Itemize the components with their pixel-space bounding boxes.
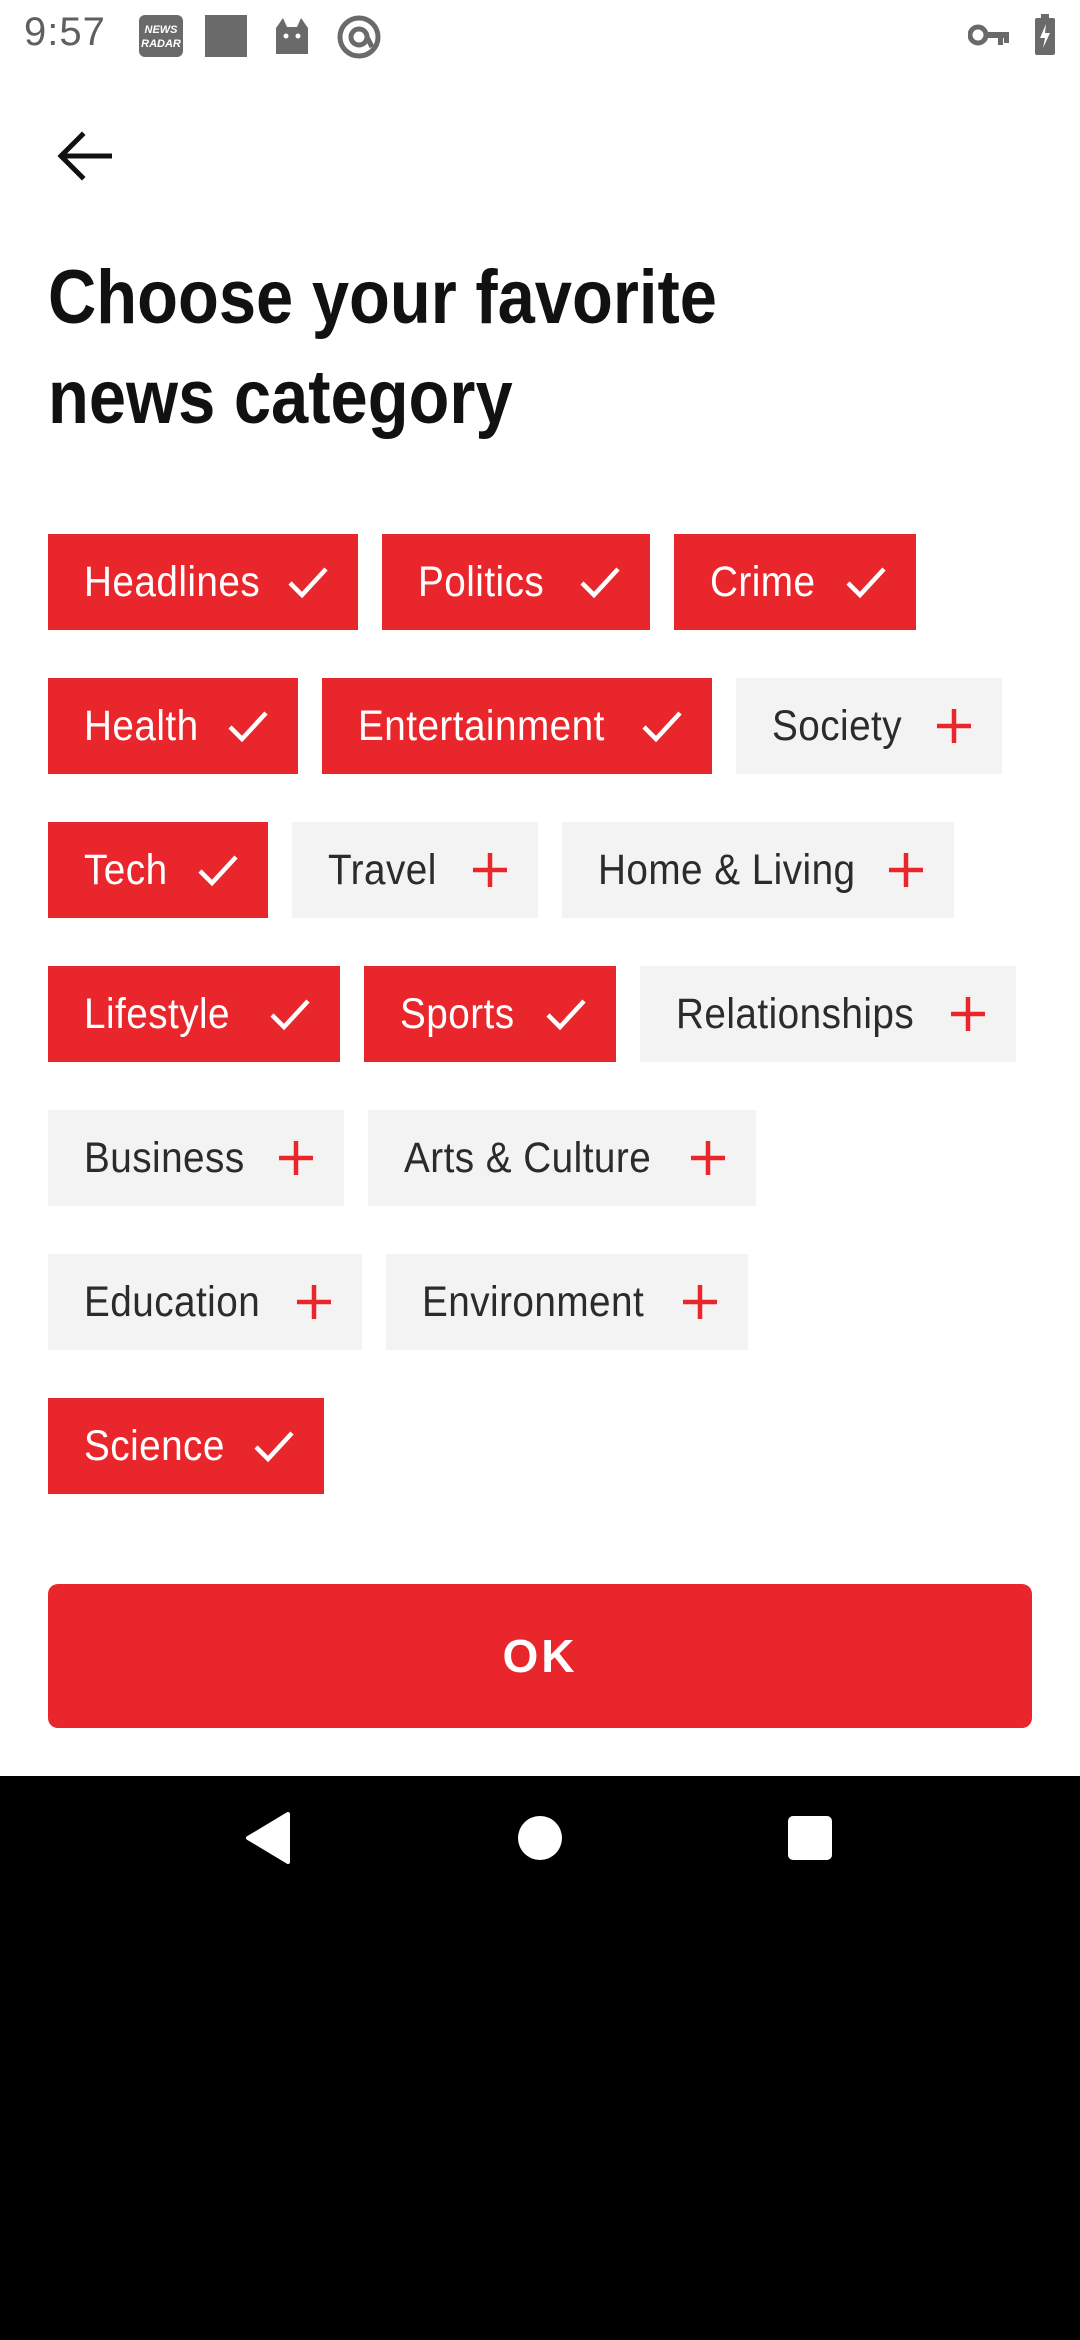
category-chip[interactable]: Tech bbox=[48, 822, 268, 918]
vpn-key-icon bbox=[967, 20, 1010, 55]
category-chip-label: Education bbox=[84, 1277, 261, 1326]
status-time: 9:57 bbox=[24, 10, 106, 54]
plus-icon bbox=[886, 850, 926, 890]
checkmark-icon bbox=[268, 994, 312, 1034]
battery-charging-icon bbox=[1034, 14, 1056, 61]
news-radar-app-icon: NEWS RADAR bbox=[138, 14, 184, 63]
plus-icon bbox=[680, 1282, 720, 1322]
category-chip-label: Relationships bbox=[676, 989, 915, 1038]
category-chip-label: Travel bbox=[328, 845, 437, 894]
svg-text:RADAR: RADAR bbox=[141, 38, 181, 50]
category-chip-label: Environment bbox=[422, 1277, 645, 1326]
app-screen: 9:57 NEWS RADAR Choose your favorite new… bbox=[0, 0, 1080, 1776]
chip-row: Tech Travel Home & Living bbox=[48, 822, 1048, 918]
category-chip-label: Headlines bbox=[84, 557, 261, 606]
checkmark-icon bbox=[196, 850, 240, 890]
back-triangle-icon[interactable] bbox=[244, 1812, 292, 1869]
category-chip[interactable]: Travel bbox=[292, 822, 538, 918]
checkmark-icon bbox=[286, 562, 330, 602]
chip-row: Lifestyle Sports Relationships bbox=[48, 966, 1048, 1062]
chip-row: Education Environment bbox=[48, 1254, 1048, 1350]
chip-row: Business Arts & Culture bbox=[48, 1110, 1048, 1206]
recents-square-icon[interactable] bbox=[786, 1812, 834, 1869]
category-chip-label: Entertainment bbox=[358, 701, 605, 750]
page-title: Choose your favorite news category bbox=[48, 255, 717, 440]
category-chip[interactable]: Lifestyle bbox=[48, 966, 340, 1062]
category-chip-label: Science bbox=[84, 1421, 225, 1470]
status-bar: 9:57 NEWS RADAR bbox=[0, 0, 1080, 72]
chip-row: Science bbox=[48, 1398, 1048, 1494]
category-chip-label: Health bbox=[84, 701, 199, 750]
checkmark-icon bbox=[578, 562, 622, 602]
chip-row: Headlines Politics Crime bbox=[48, 534, 1048, 630]
arrow-left-icon bbox=[56, 130, 113, 186]
category-chip[interactable]: Headlines bbox=[48, 534, 358, 630]
plus-icon bbox=[276, 1138, 316, 1178]
square-app-icon bbox=[204, 14, 248, 63]
category-chip-label: Tech bbox=[84, 845, 168, 894]
checkmark-icon bbox=[544, 994, 588, 1034]
checkmark-icon bbox=[640, 706, 684, 746]
checkmark-icon bbox=[252, 1426, 296, 1466]
category-chip[interactable]: Sports bbox=[364, 966, 616, 1062]
category-chip[interactable]: Home & Living bbox=[562, 822, 954, 918]
category-chip[interactable]: Arts & Culture bbox=[368, 1110, 756, 1206]
category-chip-label: Home & Living bbox=[598, 845, 856, 894]
plus-icon bbox=[934, 706, 974, 746]
category-chip[interactable]: Relationships bbox=[640, 966, 1016, 1062]
at-sign-icon bbox=[336, 14, 382, 65]
category-chip[interactable]: Health bbox=[48, 678, 298, 774]
back-button[interactable] bbox=[44, 118, 124, 198]
plus-icon bbox=[470, 850, 510, 890]
category-chip-label: Society bbox=[772, 701, 903, 750]
category-chip-label: Lifestyle bbox=[84, 989, 231, 1038]
checkmark-icon bbox=[844, 562, 888, 602]
plus-icon bbox=[688, 1138, 728, 1178]
category-chip[interactable]: Education bbox=[48, 1254, 362, 1350]
category-chip[interactable]: Society bbox=[736, 678, 1002, 774]
category-chip-label: Sports bbox=[400, 989, 515, 1038]
category-chip-list: Headlines Politics Crime Health Entertai… bbox=[48, 534, 1048, 1542]
home-circle-icon[interactable] bbox=[516, 1812, 564, 1869]
chip-row: Health Entertainment Society bbox=[48, 678, 1048, 774]
category-chip[interactable]: Business bbox=[48, 1110, 344, 1206]
navigation-bar bbox=[0, 1776, 1080, 1920]
checkmark-icon bbox=[226, 706, 270, 746]
svg-text:NEWS: NEWS bbox=[145, 24, 179, 36]
plus-icon bbox=[294, 1282, 334, 1322]
category-chip[interactable]: Environment bbox=[386, 1254, 748, 1350]
plus-icon bbox=[948, 994, 988, 1034]
category-chip-label: Politics bbox=[418, 557, 545, 606]
category-chip[interactable]: Politics bbox=[382, 534, 650, 630]
ok-button[interactable]: OK bbox=[48, 1584, 1032, 1728]
cat-app-icon bbox=[270, 14, 314, 63]
category-chip[interactable]: Science bbox=[48, 1398, 324, 1494]
category-chip-label: Business bbox=[84, 1133, 245, 1182]
category-chip[interactable]: Entertainment bbox=[322, 678, 712, 774]
category-chip-label: Arts & Culture bbox=[404, 1133, 652, 1182]
category-chip[interactable]: Crime bbox=[674, 534, 916, 630]
category-chip-label: Crime bbox=[710, 557, 816, 606]
